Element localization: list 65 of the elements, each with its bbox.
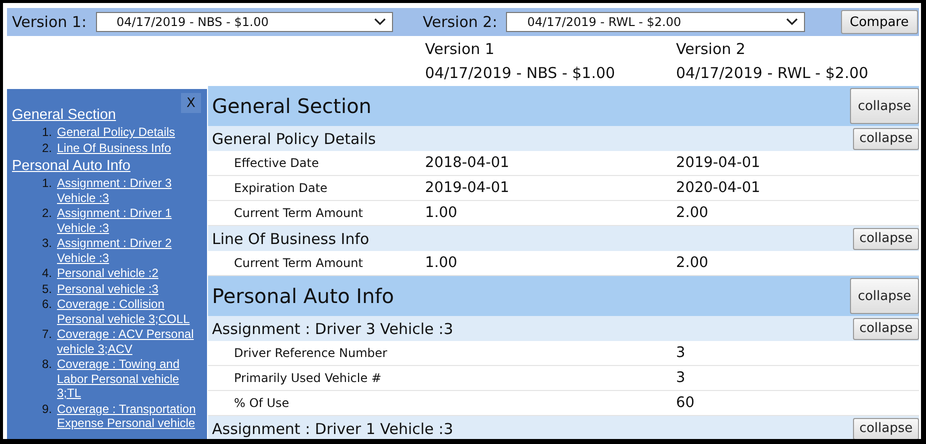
sidebar-link[interactable]: Coverage : ACV Personal vehicle 3;ACV <box>57 327 204 356</box>
collapse-button[interactable]: collapse <box>850 88 919 124</box>
field-label: Driver Reference Number <box>233 346 388 360</box>
item-number: 1. <box>40 125 53 140</box>
field-value: 3 <box>676 370 686 386</box>
collapse-button[interactable]: collapse <box>853 128 919 150</box>
item-number: 3. <box>40 236 53 252</box>
caret-icon <box>786 18 798 26</box>
group-title: General Policy Details <box>212 130 376 148</box>
field-value: 2020-04-01 <box>676 180 762 196</box>
field-value: 1.00 <box>425 255 458 271</box>
sidebar-link[interactable]: Assignment : Driver 2 Vehicle :3 <box>57 236 204 265</box>
version-select[interactable]: 04/17/2019 - RWL - $2.00 <box>506 12 804 32</box>
item-number: 4. <box>40 266 53 280</box>
sidebar-link[interactable]: Coverage : Collision Personal vehicle 3;COLL <box>57 297 204 326</box>
column-subtitle: 04/17/2019 - NBS - $1.00 <box>425 64 616 82</box>
item-number: 2. <box>40 140 53 155</box>
field-label: Primarily Used Vehicle # <box>233 371 382 385</box>
version-label: Version 2: <box>422 13 498 31</box>
field-label: Effective Date <box>233 156 320 170</box>
column-title: Version 2 <box>676 40 746 58</box>
collapse-button[interactable]: collapse <box>850 278 919 314</box>
collapse-button[interactable]: collapse <box>853 418 919 439</box>
collapse-button[interactable]: collapse <box>853 318 919 340</box>
version-select[interactable]: 04/17/2019 - NBS - $1.00 <box>96 12 393 32</box>
field-value: 2019-04-01 <box>676 155 762 171</box>
sidebar-link[interactable]: Personal vehicle :2 <box>57 266 158 280</box>
field-label: % Of Use <box>233 396 290 410</box>
item-number: 7. <box>40 327 53 343</box>
sidebar-link[interactable]: General Policy Details <box>57 125 176 140</box>
field-label: Expiration Date <box>233 181 328 195</box>
field-label: Current Term Amount <box>233 256 364 270</box>
item-number: 6. <box>40 297 53 313</box>
sidebar-link[interactable]: Assignment : Driver 3 Vehicle :3 <box>57 176 204 205</box>
field-value: 2.00 <box>676 205 710 221</box>
version-label: Version 1: <box>12 13 87 31</box>
section-title: Personal Auto Info <box>212 284 394 308</box>
item-number: 1. <box>40 176 53 192</box>
group-title: Assignment : Driver 1 Vehicle :3 <box>212 420 454 438</box>
caret-icon <box>374 18 386 26</box>
field-value: 1.00 <box>425 205 458 221</box>
sidebar-section-link[interactable]: Personal Auto Info <box>12 158 204 174</box>
column-title: Version 1 <box>425 40 496 58</box>
field-value: 3 <box>676 345 686 361</box>
close-button[interactable]: X <box>181 93 201 113</box>
field-value: 2.00 <box>676 255 710 271</box>
sidebar-link[interactable]: Line Of Business Info <box>57 140 172 155</box>
item-number: 5. <box>40 282 53 296</box>
collapse-button[interactable]: collapse <box>853 228 919 250</box>
field-label: Current Term Amount <box>233 206 364 220</box>
sidebar-link[interactable]: Coverage : Transportation Expense Personal vehicle <box>57 402 204 430</box>
field-value: 60 <box>676 395 696 411</box>
sidebar-link[interactable]: Personal vehicle :3 <box>57 282 158 296</box>
sidebar-link[interactable]: Assignment : Driver 1 Vehicle :3 <box>57 206 204 235</box>
field-value: 2019-04-01 <box>425 180 510 196</box>
group-title: Assignment : Driver 3 Vehicle :3 <box>212 320 454 338</box>
field-value: 2018-04-01 <box>425 155 510 171</box>
column-subtitle: 04/17/2019 - RWL - $2.00 <box>676 64 870 82</box>
item-number: 2. <box>40 206 53 222</box>
item-number: 9. <box>40 402 53 418</box>
section-title: General Section <box>212 94 372 118</box>
compare-button[interactable]: Compare <box>840 10 918 34</box>
item-number: 8. <box>40 357 53 373</box>
sidebar-link[interactable]: Coverage : Towing and Labor Personal vehicle 3;TL <box>57 357 204 400</box>
group-title: Line Of Business Info <box>212 230 370 248</box>
